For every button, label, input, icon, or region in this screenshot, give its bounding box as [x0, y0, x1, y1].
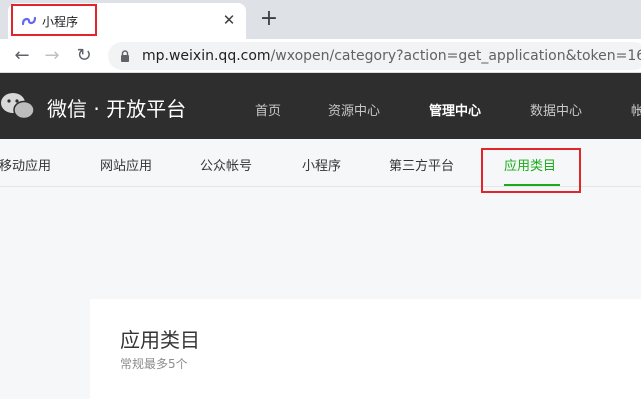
url-host: mp.weixin.qq.com — [142, 48, 271, 64]
sub-nav-mobile-app[interactable]: 移动应用 — [0, 155, 51, 174]
highlight-box-category — [481, 148, 581, 193]
panel-subtitle: 常规最多5个 — [120, 357, 188, 371]
address-bar[interactable]: mp.weixin.qq.com/wxopen/category?action=… — [108, 42, 641, 70]
nav-resources[interactable]: 资源中心 — [328, 100, 380, 119]
panel-title: 应用类目 — [120, 328, 200, 352]
back-button[interactable]: ← — [10, 44, 34, 68]
sub-nav-website-app[interactable]: 网站应用 — [100, 155, 152, 174]
wechat-logo-icon — [1, 93, 35, 120]
nav-data[interactable]: 数据中心 — [530, 100, 582, 119]
nav-account[interactable]: 帐 — [631, 100, 641, 119]
url-text: mp.weixin.qq.com/wxopen/category?action=… — [142, 48, 641, 64]
sub-nav-mini-program[interactable]: 小程序 — [302, 155, 341, 174]
sub-nav-official-account[interactable]: 公众帐号 — [200, 155, 252, 174]
site-header: 微信 · 开放平台 首页 资源中心 管理中心 数据中心 帐 — [0, 73, 641, 139]
reload-button[interactable]: ↻ — [72, 44, 96, 68]
new-tab-button[interactable]: + — [257, 7, 281, 31]
lock-icon — [121, 50, 129, 62]
forward-button[interactable]: → — [40, 44, 64, 68]
sub-nav-third-party[interactable]: 第三方平台 — [389, 155, 454, 174]
nav-home[interactable]: 首页 — [255, 100, 281, 119]
site-logo-text[interactable]: 微信 · 开放平台 — [47, 93, 186, 122]
url-path: /wxopen/category?action=get_application&… — [270, 48, 641, 64]
close-icon[interactable]: ✕ — [220, 11, 238, 29]
highlight-box-tab — [11, 4, 97, 36]
category-panel: 应用类目 常规最多5个 — [90, 299, 641, 399]
nav-management[interactable]: 管理中心 — [429, 100, 481, 119]
browser-toolbar: ← → ↻ mp.weixin.qq.com/wxopen/category?a… — [0, 39, 641, 73]
